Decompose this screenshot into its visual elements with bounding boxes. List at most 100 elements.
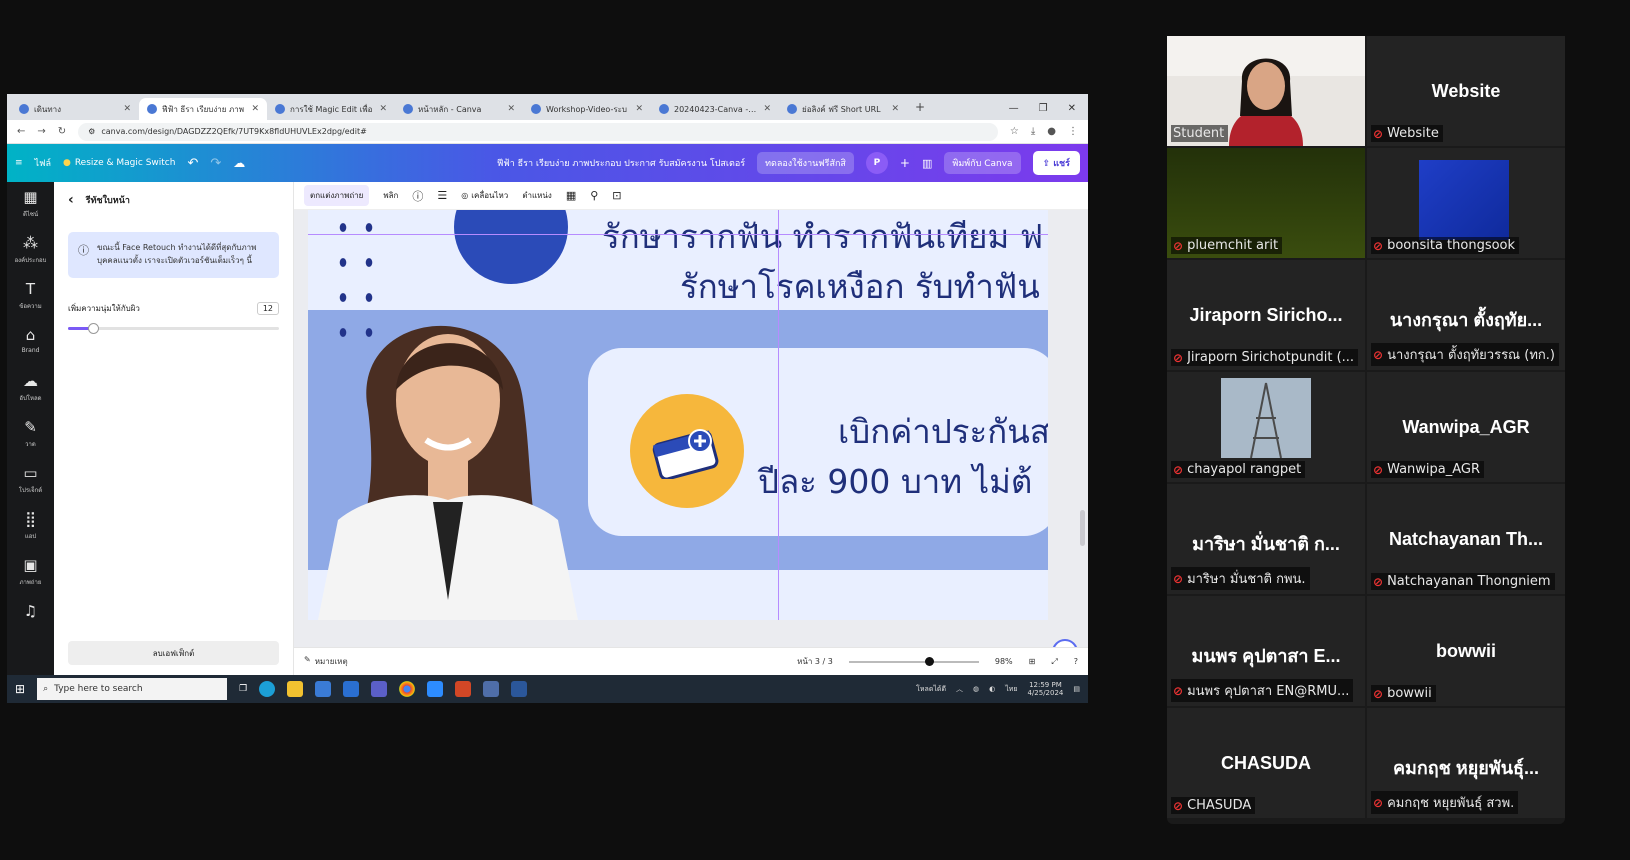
volume-icon[interactable]: ◐ xyxy=(989,685,995,693)
design-page[interactable]: รักษารากฟัน ทำรากฟันเทียม ฟ รักษาโรคเหงื… xyxy=(308,210,1048,620)
participant-tile[interactable]: Website ⊘ Website xyxy=(1367,36,1565,146)
network-icon[interactable]: ◍ xyxy=(973,685,979,693)
rail-item[interactable]: ⁂ องค์ประกอบ xyxy=(7,234,54,280)
lines-icon[interactable]: ☰ xyxy=(437,189,447,202)
rail-item[interactable]: T ข้อความ xyxy=(7,280,54,326)
restore-icon[interactable]: ❐ xyxy=(1039,103,1048,114)
trial-button[interactable]: ทดลองใช้งานฟรีสักสิ xyxy=(757,152,854,174)
benefit-line-2[interactable]: ปีละ 900 บาท ไม่ต้ xyxy=(758,455,1032,508)
animate-button[interactable]: ◎ เคลื่อนไหว xyxy=(461,189,508,202)
page-indicator[interactable]: หน้า 3 / 3 xyxy=(797,655,833,668)
resize-button[interactable]: ● Resize & Magic Switch xyxy=(63,158,176,168)
close-window-icon[interactable]: ✕ xyxy=(1068,103,1076,114)
rail-item[interactable]: ✎ วาด xyxy=(7,418,54,464)
benefit-line-1[interactable]: เบิกค่าประกันส xyxy=(838,405,1048,458)
tab-close-icon[interactable]: ✕ xyxy=(507,104,515,114)
notes-button[interactable]: ✎ หมายเหตุ xyxy=(304,655,348,668)
grid-view-icon[interactable]: ⊞ xyxy=(1029,657,1036,666)
download-icon[interactable]: ⤓ xyxy=(1031,126,1035,137)
share-button[interactable]: ⇪ แชร์ xyxy=(1032,151,1080,175)
task-view-icon[interactable]: ❐ xyxy=(239,684,247,694)
rail-item[interactable]: ⌂ Brand xyxy=(7,326,54,372)
tab-close-icon[interactable]: ✕ xyxy=(123,104,131,114)
canva-menu-icon[interactable]: ≡ xyxy=(15,158,23,168)
minimize-icon[interactable]: — xyxy=(1009,103,1019,114)
taskbar-search[interactable]: ⌕ Type here to search xyxy=(37,678,228,700)
browser-tab[interactable]: 20240423-Canva - Go ✕ xyxy=(651,98,779,120)
participant-tile[interactable]: CHASUDA ⊘ CHASUDA xyxy=(1167,708,1365,818)
chrome-icon[interactable] xyxy=(399,681,416,697)
panel-back-icon[interactable]: ‹ xyxy=(68,192,74,208)
browser-tab[interactable]: Workshop-Video-ระบ ✕ xyxy=(523,98,651,120)
participant-tile[interactable]: คมกฤช หยุยพันธุ์... ⊘ คมกฤช หยุยพันธุ์ สวพ… xyxy=(1367,708,1565,818)
undo-icon[interactable]: ↶ xyxy=(187,156,198,171)
word-icon[interactable] xyxy=(511,681,528,697)
headline-line-2[interactable]: รักษาโรคเหงือก รับทำฟัน xyxy=(680,260,1040,313)
participant-tile[interactable]: มาริษา มั่นชาติ ก... ⊘ มาริษา มั่นชาติ กพน… xyxy=(1167,484,1365,594)
teams-icon[interactable] xyxy=(371,681,388,697)
store-icon[interactable] xyxy=(315,681,332,697)
rail-item[interactable]: ▦ ดีไซน์ xyxy=(7,188,54,234)
tray-chevron-icon[interactable]: ︿ xyxy=(956,684,963,694)
skin-smoothing-slider[interactable] xyxy=(68,322,279,334)
browser-tab[interactable]: หน้าหลัก - Canva ✕ xyxy=(395,98,523,120)
participant-tile[interactable]: ⊘ chayapol rangpet xyxy=(1167,372,1365,482)
user-avatar[interactable]: P xyxy=(865,152,888,174)
vertical-scrollbar[interactable] xyxy=(1080,510,1085,546)
forward-icon[interactable]: → xyxy=(37,126,45,137)
tab-close-icon[interactable]: ✕ xyxy=(635,104,643,114)
participant-tile[interactable]: นางกรุณา ตั้งฤทัย... ⊘ นางกรุณา ตั้งฤทัยวร… xyxy=(1367,260,1565,370)
participant-tile[interactable]: Student xyxy=(1167,36,1365,146)
skin-smoothing-value[interactable]: 12 xyxy=(256,301,279,315)
participant-tile[interactable]: มนพร คุปตาสา E... ⊘ มนพร คุปตาสา EN@RMU... xyxy=(1167,596,1365,706)
redo-icon[interactable]: ↷ xyxy=(210,156,221,171)
fullscreen-icon[interactable]: ⤢ xyxy=(1051,657,1057,667)
doctor-photo[interactable] xyxy=(308,270,608,620)
lock-icon[interactable]: ⊡ xyxy=(612,189,621,202)
edge-icon[interactable] xyxy=(259,681,276,697)
rail-item[interactable]: ▭ โปรเจ็กต์ xyxy=(7,464,54,510)
rail-item[interactable]: ▣ ภาพถ่าย xyxy=(7,556,54,602)
mail-icon[interactable] xyxy=(343,681,360,697)
help-icon[interactable]: ? xyxy=(1074,657,1078,666)
add-collaborator-icon[interactable]: + xyxy=(900,156,910,170)
zoom-slider[interactable] xyxy=(848,656,979,666)
transparency-icon[interactable]: ▦ xyxy=(566,189,576,202)
browser-tab[interactable]: การใช้ Magic Edit เพื่อ ✕ xyxy=(267,98,395,120)
language-indicator[interactable]: ไทย xyxy=(1005,684,1017,695)
rail-item[interactable]: ⣿ แอป xyxy=(7,510,54,556)
site-info-icon[interactable]: ⚙ xyxy=(88,127,95,136)
cloud-save-icon[interactable]: ☁ xyxy=(233,156,245,170)
new-tab-button[interactable]: + xyxy=(907,100,933,120)
rail-item[interactable]: ♫ xyxy=(7,602,54,648)
powerpoint-icon[interactable] xyxy=(455,681,472,697)
insights-icon[interactable]: ▥ xyxy=(922,157,932,170)
zoom-app-icon[interactable] xyxy=(427,681,444,697)
participant-tile[interactable]: Jiraporn Siricho... ⊘ Jiraporn Sirichotpun… xyxy=(1167,260,1365,370)
tab-close-icon[interactable]: ✕ xyxy=(379,104,387,114)
reload-icon[interactable]: ↻ xyxy=(58,126,66,137)
excel-icon[interactable] xyxy=(483,681,500,697)
weather-text[interactable]: โหลดได้ดี xyxy=(916,684,946,695)
clock[interactable]: 12:59 PM 4/25/2024 xyxy=(1027,681,1063,698)
back-icon[interactable]: ← xyxy=(17,126,25,137)
headline-line-1[interactable]: รักษารากฟัน ทำรากฟันเทียม ฟ xyxy=(602,210,1043,263)
rail-item[interactable]: ☁ อัปโหลด xyxy=(7,372,54,418)
participant-tile[interactable]: ⊘ pluemchit arit xyxy=(1167,148,1365,258)
browser-tab[interactable]: ฟีฟ้า ธีรา เรียบง่าย ภาพ ✕ xyxy=(139,98,267,120)
file-explorer-icon[interactable] xyxy=(287,681,304,697)
info-toolbar-icon[interactable]: ⓘ xyxy=(412,188,423,204)
bookmark-star-icon[interactable]: ☆ xyxy=(1010,126,1019,137)
windows-start-icon[interactable]: ⊞ xyxy=(15,682,25,696)
browser-menu-icon[interactable]: ⋮ xyxy=(1068,126,1078,137)
zoom-value[interactable]: 98% xyxy=(995,657,1013,666)
print-button[interactable]: พิมพ์กับ Canva xyxy=(944,152,1021,174)
browser-tab[interactable]: เดินทาง ✕ xyxy=(11,98,139,120)
participant-tile[interactable]: Natchayanan Th... ⊘ Natchayanan Thongniem xyxy=(1367,484,1565,594)
profile-icon[interactable]: ● xyxy=(1047,126,1056,137)
participant-tile[interactable]: Wanwipa_AGR ⊘ Wanwipa_AGR xyxy=(1367,372,1565,482)
browser-tab[interactable]: ย่อลิงค์ ฟรี Short URL ✕ xyxy=(779,98,907,120)
address-bar[interactable]: ⚙ canva.com/design/DAGDZZ2QEfk/7UT9Kx8fl… xyxy=(78,122,998,141)
flip-button[interactable]: พลิก xyxy=(383,189,398,202)
tab-close-icon[interactable]: ✕ xyxy=(251,104,259,114)
